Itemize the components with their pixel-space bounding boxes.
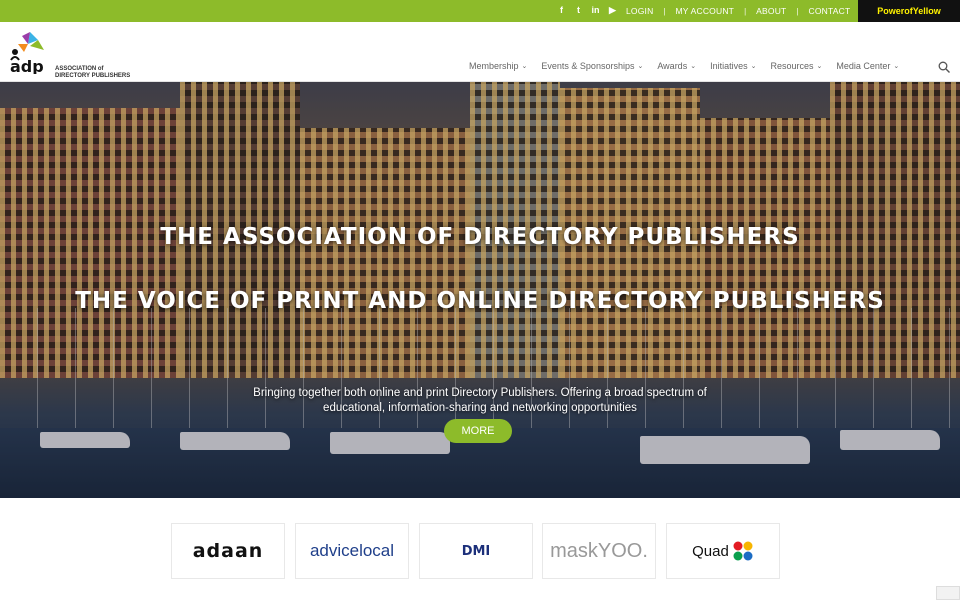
sponsor-maskyoo[interactable]: maskYOO.: [542, 523, 656, 579]
nav-media-center[interactable]: Media Center ⌄: [836, 61, 899, 71]
separator: |: [796, 6, 799, 16]
linkedin-icon[interactable]: in: [590, 4, 601, 16]
top-bar: f t in ▶ LOGIN | MY ACCOUNT | ABOUT | CO…: [0, 0, 960, 22]
separator: |: [663, 6, 666, 16]
chevron-down-icon: ⌄: [690, 63, 697, 70]
more-button[interactable]: MORE: [444, 419, 512, 443]
sponsor-name: DMI: [461, 543, 491, 559]
hero-subtitle: THE VOICE OF PRINT AND ONLINE DIRECTORY …: [75, 288, 885, 314]
search-icon[interactable]: [938, 61, 950, 73]
recaptcha-badge[interactable]: [936, 586, 960, 600]
chevron-down-icon: ⌄: [816, 63, 823, 70]
logo-text: ASSOCIATION of DIRECTORY PUBLISHERS: [55, 66, 130, 80]
logo-line-2: DIRECTORY PUBLISHERS: [55, 73, 131, 79]
contact-link[interactable]: CONTACT: [809, 6, 851, 16]
hero-title: THE ASSOCIATION OF DIRECTORY PUBLISHERS: [160, 224, 800, 250]
top-links: LOGIN | MY ACCOUNT | ABOUT | CONTACT: [626, 0, 850, 22]
chevron-down-icon: ⌄: [521, 63, 528, 70]
sponsor-advicelocal[interactable]: advicelocal: [295, 523, 409, 579]
twitter-icon[interactable]: t: [573, 4, 584, 16]
nav-awards[interactable]: Awards ⌄: [657, 61, 696, 71]
sponsor-name: adaan: [192, 540, 264, 562]
sponsor-strip: adaan advicelocal DMI maskYOO. Quad: [0, 498, 960, 600]
login-link[interactable]: LOGIN: [626, 6, 653, 16]
nav-label: Initiatives: [710, 61, 748, 71]
nav-initiatives[interactable]: Initiatives ⌄: [710, 61, 756, 71]
main-nav: Membership ⌄ Events & Sponsorships ⌄ Award…: [469, 61, 899, 71]
sponsor-quad[interactable]: Quad: [666, 523, 780, 579]
site-header: adp ASSOCIATION of DIRECTORY PUBLISHERS …: [0, 22, 960, 82]
nav-label: Awards: [657, 61, 688, 71]
youtube-icon[interactable]: ▶: [607, 4, 618, 16]
chevron-down-icon: ⌄: [750, 63, 757, 70]
facebook-icon[interactable]: f: [556, 4, 567, 16]
sponsor-name: advicelocal: [309, 541, 395, 560]
logo-line-1: ASSOCIATION of: [55, 66, 104, 72]
about-link[interactable]: ABOUT: [756, 6, 786, 16]
sponsor-name: maskYOO.: [550, 539, 648, 562]
social-links: f t in ▶: [556, 4, 618, 16]
power-of-yellow-link[interactable]: PowerofYellow: [858, 0, 960, 22]
sponsor-dmi[interactable]: DMI: [419, 523, 533, 579]
sponsor-adaan[interactable]: adaan: [171, 523, 285, 579]
hero-banner: THE ASSOCIATION OF DIRECTORY PUBLISHERS …: [0, 82, 960, 498]
chevron-down-icon: ⌄: [637, 63, 644, 70]
nav-events-sponsorships[interactable]: Events & Sponsorships ⌄: [541, 61, 643, 71]
quad-logo-icon: [733, 541, 753, 561]
nav-label: Events & Sponsorships: [541, 61, 635, 71]
nav-membership[interactable]: Membership ⌄: [469, 61, 527, 71]
my-account-link[interactable]: MY ACCOUNT: [676, 6, 735, 16]
hero-description: Bringing together both online and print …: [253, 387, 707, 414]
nav-label: Media Center: [836, 61, 891, 71]
adp-logo[interactable]: adp ASSOCIATION of DIRECTORY PUBLISHERS: [8, 30, 138, 79]
nav-resources[interactable]: Resources ⌄: [770, 61, 822, 71]
logo-letters: adp: [10, 57, 44, 74]
separator: |: [744, 6, 747, 16]
logo-graphic: adp: [10, 32, 44, 76]
sponsor-name: Quad: [692, 542, 729, 560]
nav-label: Resources: [770, 61, 814, 71]
nav-label: Membership: [469, 61, 519, 71]
chevron-down-icon: ⌄: [893, 63, 900, 70]
